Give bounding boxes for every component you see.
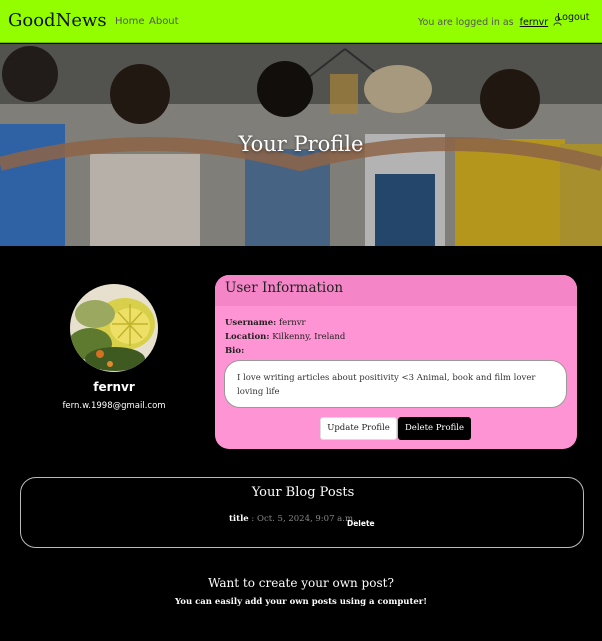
blog-posts-title: Your Blog Posts [251,485,355,500]
post-item: title : Oct. 5, 2024, 9:07 a.m. [229,514,356,524]
username-label: Username: [225,318,277,328]
location-row: Location: Kilkenny, Ireland [225,332,345,342]
bio-text-box: I love writing articles about positivity… [224,360,567,408]
nav-link-about[interactable]: About [149,16,179,27]
nav-username-link[interactable]: fernvr [520,17,548,28]
navbar: GoodNews Home About You are logged in as… [0,0,602,43]
profile-email: fern.w.1998@gmail.com [62,401,166,411]
user-info-card: User Information Username: fernvr Locati… [215,275,577,449]
cta-title: Want to create your own post? [208,576,394,590]
profile-username: fernvr [93,380,135,394]
bio-label: Bio: [225,346,245,356]
page-title: Your Profile [238,132,364,156]
nav-link-home[interactable]: Home [115,16,145,27]
hero-banner: Your Profile [0,44,602,246]
cta-text: You can easily add your own posts using … [174,597,428,607]
avatar-image [70,284,158,372]
user-info-header: User Information [215,275,577,306]
blog-posts-card: Your Blog Posts title : Oct. 5, 2024, 9:… [20,477,584,548]
bio-row: Bio: [225,346,244,356]
post-date: Oct. 5, 2024, 9:07 a.m. [257,514,356,524]
username-row: Username: fernvr [225,318,306,328]
brand-logo[interactable]: GoodNews [8,10,107,31]
update-profile-button[interactable]: Update Profile [320,417,397,440]
logout-button[interactable]: Logout [557,12,590,23]
location-value: Kilkenny, Ireland [272,332,346,342]
post-title-link[interactable]: title [229,514,249,524]
delete-profile-button[interactable]: Delete Profile [398,417,471,440]
post-separator: : [248,514,257,524]
post-delete-button[interactable]: Delete [347,519,375,528]
location-label: Location: [225,332,270,342]
logged-in-status: You are logged in as fernvr [418,16,562,28]
logged-in-text: You are logged in as [418,17,514,28]
username-value: fernvr [279,318,306,328]
avatar [70,284,158,372]
